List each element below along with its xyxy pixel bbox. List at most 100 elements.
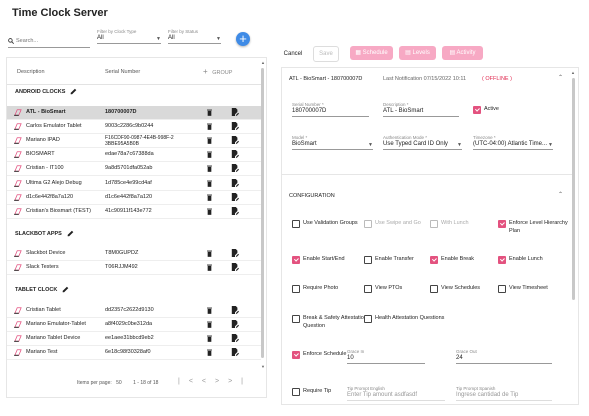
schedule-button[interactable]: ▦ Schedule bbox=[350, 46, 393, 60]
edit-document-icon[interactable] bbox=[231, 108, 239, 116]
table-row[interactable]: Cristian's Biosmart (TEST) 41c90911f143e7… bbox=[7, 205, 261, 219]
last-page-button[interactable]: >| bbox=[228, 378, 252, 385]
grace-out-input[interactable]: 24 bbox=[456, 354, 552, 364]
chevron-down-icon: ▼ bbox=[368, 142, 373, 148]
config-checkbox[interactable] bbox=[292, 315, 300, 323]
trash-icon[interactable] bbox=[207, 264, 212, 271]
config-checkbox[interactable] bbox=[292, 351, 300, 359]
trash-icon[interactable] bbox=[207, 307, 212, 314]
trash-icon[interactable] bbox=[207, 250, 212, 257]
cancel-button[interactable]: Cancel bbox=[281, 47, 305, 61]
first-page-button[interactable]: |< bbox=[178, 378, 202, 385]
tip-prompt-english-field[interactable]: Tip Prompt English Enter Tip amount asdf… bbox=[347, 386, 445, 401]
chevron-up-icon[interactable]: ⌃ bbox=[558, 74, 563, 81]
search-input[interactable] bbox=[16, 36, 88, 45]
next-page-button[interactable]: > bbox=[215, 378, 228, 385]
serial-number-field[interactable]: Serial Number * 180700007D bbox=[292, 102, 369, 117]
config-checkbox[interactable] bbox=[430, 256, 438, 264]
add-group-button[interactable]: + GROUP bbox=[203, 67, 232, 76]
row-description: ATL - BioSmart bbox=[26, 109, 66, 115]
config-checkbox[interactable] bbox=[364, 285, 372, 293]
trash-icon[interactable] bbox=[207, 151, 212, 159]
config-checkbox[interactable] bbox=[498, 256, 506, 264]
table-row[interactable]: Carlos Emulator Tablet 9003c2286c9b0244 bbox=[7, 120, 261, 135]
edit-group-icon[interactable] bbox=[62, 286, 69, 293]
edit-document-icon[interactable] bbox=[231, 348, 239, 357]
tip-prompt-spanish-input[interactable]: Ingrese cantidad de Tip bbox=[456, 391, 552, 401]
config-checkbox[interactable] bbox=[498, 220, 506, 228]
edit-document-icon[interactable] bbox=[231, 206, 239, 215]
config-checkbox[interactable] bbox=[498, 285, 506, 293]
config-checkbox[interactable] bbox=[364, 315, 372, 323]
table-row[interactable]: Mariano IPAD F16CDF90-0987-4E4B-998F-23BB… bbox=[7, 134, 261, 149]
detail-scrollbar[interactable]: ▲ bbox=[571, 70, 576, 400]
trash-icon[interactable] bbox=[207, 180, 212, 187]
table-row[interactable]: BIOSMART edae78a7c67388da bbox=[7, 148, 261, 163]
description-input[interactable]: ATL - BioSmart bbox=[383, 107, 459, 117]
tip-prompt-spanish-field[interactable]: Tip Prompt Spanish Ingrese cantidad de T… bbox=[456, 386, 552, 401]
edit-document-icon[interactable] bbox=[231, 122, 239, 131]
table-row[interactable]: Mariano Tablet Device ee1aee31bbcd9eb2 bbox=[7, 332, 261, 347]
trash-icon[interactable] bbox=[207, 321, 212, 328]
grace-in-input[interactable]: 10 bbox=[347, 354, 425, 364]
grace-out-field[interactable]: Grace Out 24 bbox=[456, 349, 552, 364]
config-checkbox[interactable] bbox=[364, 220, 372, 228]
vertical-scrollbar[interactable]: ▲ ▼ bbox=[260, 60, 265, 373]
status-filter[interactable]: Filter by Status All ▼ bbox=[168, 29, 221, 44]
config-checkbox[interactable] bbox=[364, 256, 372, 264]
table-row[interactable]: Mariano Emulator-Tablet a8f4029c0be312da bbox=[7, 318, 261, 333]
config-checkbox[interactable] bbox=[292, 256, 300, 264]
trash-icon[interactable] bbox=[207, 208, 212, 215]
table-row[interactable]: Cristian - IT100 9a8d5701dfa052ab bbox=[7, 162, 261, 177]
search-field[interactable] bbox=[8, 36, 90, 48]
edit-document-icon[interactable] bbox=[231, 150, 239, 159]
table-row[interactable]: d1c6e442f8a7a120 d1c6e442f8a7a120 bbox=[7, 191, 261, 205]
chevron-up-icon[interactable]: ⌃ bbox=[558, 191, 563, 198]
save-button[interactable]: Save bbox=[313, 46, 339, 62]
row-serial: ee1aee31bbcd9eb2 bbox=[105, 335, 154, 342]
grace-in-field[interactable]: Grace In 10 bbox=[347, 349, 425, 364]
table-row[interactable]: Mariano Test 6e18c98f30328af0 bbox=[7, 346, 261, 361]
edit-document-icon[interactable] bbox=[231, 249, 239, 257]
config-checkbox[interactable] bbox=[430, 220, 438, 228]
items-per-page-select[interactable]: 50 bbox=[116, 380, 122, 386]
edit-document-icon[interactable] bbox=[231, 263, 239, 272]
table-row[interactable]: Ultima G2 Alejo Debug 1d785ce4e99cd4af bbox=[7, 177, 261, 191]
config-checkbox[interactable] bbox=[292, 285, 300, 293]
edit-document-icon[interactable] bbox=[231, 334, 239, 343]
config-checkbox[interactable] bbox=[430, 285, 438, 293]
table-row[interactable]: Slack Testers T06RJJM492 bbox=[7, 261, 261, 276]
config-checkbox[interactable] bbox=[292, 388, 300, 396]
edit-document-icon[interactable] bbox=[231, 192, 239, 201]
edit-group-icon[interactable] bbox=[67, 230, 74, 237]
timezone-select[interactable]: Timezone * (UTC-04:00) Atlantic Time... … bbox=[473, 135, 553, 150]
trash-icon[interactable] bbox=[207, 194, 212, 201]
description-field[interactable]: Description * ATL - BioSmart bbox=[383, 102, 459, 117]
table-row[interactable]: ATL - BioSmart 180700007D bbox=[7, 106, 261, 120]
edit-document-icon[interactable] bbox=[231, 164, 239, 173]
tip-prompt-english-input[interactable]: Enter Tip amount asdfasdf bbox=[347, 391, 445, 401]
table-row[interactable]: Slackbot Device T8M0GUPDZ bbox=[7, 247, 261, 261]
trash-icon[interactable] bbox=[207, 137, 212, 145]
model-select[interactable]: Model * BioSmart ▼ bbox=[292, 135, 373, 150]
edit-document-icon[interactable] bbox=[231, 136, 239, 145]
authentication-mode-select[interactable]: Authentication Mode * Use Typed Card ID … bbox=[383, 135, 462, 150]
clock-type-filter[interactable]: Filter by Clock Type All ▼ bbox=[97, 29, 161, 44]
table-row[interactable]: Cristian Tablet dd2357c2622d9130 bbox=[7, 304, 261, 318]
prev-page-button[interactable]: < bbox=[202, 378, 215, 385]
trash-icon[interactable] bbox=[207, 109, 212, 116]
edit-document-icon[interactable] bbox=[231, 306, 239, 314]
trash-icon[interactable] bbox=[207, 123, 212, 130]
serial-number-input[interactable]: 180700007D bbox=[292, 107, 369, 117]
levels-button[interactable]: ▤ Levels bbox=[399, 46, 436, 60]
activity-button[interactable]: ▤ Activity bbox=[442, 46, 483, 60]
trash-icon[interactable] bbox=[207, 335, 212, 343]
config-checkbox[interactable] bbox=[292, 220, 300, 228]
edit-group-icon[interactable] bbox=[70, 88, 77, 95]
edit-document-icon[interactable] bbox=[231, 320, 239, 329]
trash-icon[interactable] bbox=[207, 165, 212, 173]
edit-document-icon[interactable] bbox=[231, 178, 239, 187]
add-clock-button[interactable]: + bbox=[236, 32, 250, 46]
active-checkbox[interactable] bbox=[473, 106, 481, 114]
trash-icon[interactable] bbox=[207, 349, 212, 357]
